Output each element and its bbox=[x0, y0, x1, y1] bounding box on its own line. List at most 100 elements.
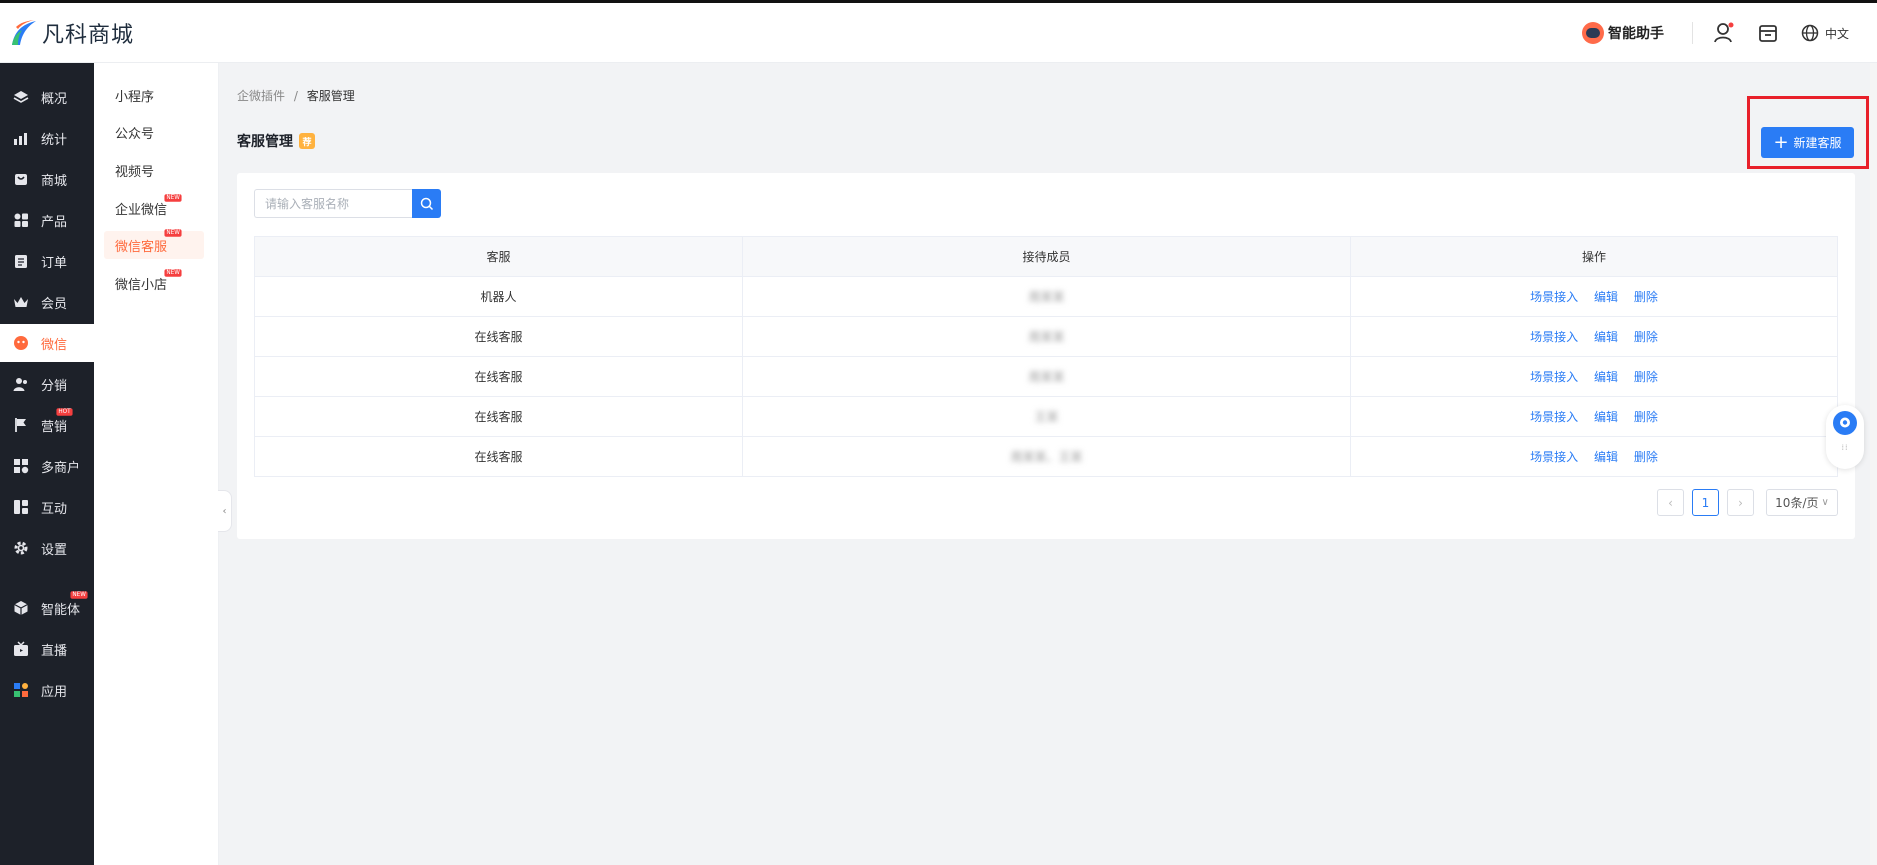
sidebar-item-statistics[interactable]: 统计 bbox=[0, 119, 94, 157]
breadcrumb: 企微插件 / 客服管理 bbox=[237, 87, 355, 104]
subnav-label: 微信客服 bbox=[115, 239, 168, 255]
sidebar-item-multi-merchant[interactable]: 多商户 bbox=[0, 447, 94, 485]
ai-assistant-button[interactable]: 智能助手 bbox=[1581, 22, 1664, 44]
subnav-label: 微信小店 bbox=[115, 277, 168, 293]
floating-support-widget[interactable]: ⁞⁞ bbox=[1826, 405, 1864, 469]
sidebar-item-products[interactable]: 产品 bbox=[0, 201, 94, 239]
sidebar-item-label: 设置 bbox=[41, 542, 68, 558]
search-input[interactable] bbox=[254, 189, 412, 218]
members-value: 周某某、王某 bbox=[1010, 450, 1083, 464]
members-value: 王某 bbox=[1034, 410, 1059, 424]
sidebar-item-label: 直播 bbox=[41, 643, 68, 659]
members-value: 周某某 bbox=[1028, 370, 1065, 384]
cell-service-name: 在线客服 bbox=[254, 316, 743, 357]
primary-sidebar: 概况 统计 商城 产品 订单 会员 微信 分销 营销 HOT 多商户 互动 设置… bbox=[0, 63, 94, 865]
app-logo[interactable]: 凡科商城 bbox=[8, 17, 134, 49]
sidebar-item-label: 会员 bbox=[41, 296, 68, 312]
sidebar-item-label: 分销 bbox=[41, 378, 68, 394]
sidebar-item-overview[interactable]: 概况 bbox=[0, 78, 94, 116]
sidebar-item-members[interactable]: 会员 bbox=[0, 283, 94, 321]
page-scrollbar[interactable] bbox=[1870, 63, 1877, 865]
customer-service-table: 客服 接待成员 操作 机器人 周某某 场景接入 编辑 删除 在线客服 周某某 场… bbox=[254, 236, 1838, 477]
language-switcher[interactable]: 中文 bbox=[1801, 24, 1849, 42]
cell-service-name: 在线客服 bbox=[254, 396, 743, 437]
edit-link[interactable]: 编辑 bbox=[1594, 450, 1618, 464]
cell-actions: 场景接入 编辑 删除 bbox=[1350, 436, 1838, 477]
sidebar-item-label: 互动 bbox=[41, 501, 68, 517]
scene-access-link[interactable]: 场景接入 bbox=[1530, 370, 1578, 384]
delete-link[interactable]: 删除 bbox=[1634, 370, 1658, 384]
next-page-button[interactable]: › bbox=[1727, 489, 1754, 516]
subnav-channels[interactable]: 视频号 bbox=[104, 156, 204, 184]
subnav-wecom[interactable]: 企业微信 NEW bbox=[104, 194, 204, 222]
search-bar bbox=[254, 189, 441, 218]
sidebar-item-apps[interactable]: 应用 bbox=[0, 671, 94, 709]
breadcrumb-parent[interactable]: 企微插件 bbox=[237, 89, 285, 103]
main-content: 企微插件 / 客服管理 客服管理 荐 + 新建客服 客服 bbox=[219, 63, 1877, 865]
sidebar-item-wechat[interactable]: 微信 bbox=[0, 324, 94, 362]
column-header-actions: 操作 bbox=[1350, 236, 1838, 277]
sidebar-item-mall[interactable]: 商城 bbox=[0, 160, 94, 198]
sidebar-item-marketing[interactable]: 营销 HOT bbox=[0, 406, 94, 444]
subnav-wechat-store[interactable]: 微信小店 NEW bbox=[104, 269, 204, 297]
hot-badge: HOT bbox=[56, 408, 73, 416]
flag-icon bbox=[13, 417, 29, 433]
subnav-mini-program[interactable]: 小程序 bbox=[104, 81, 204, 109]
edit-link[interactable]: 编辑 bbox=[1594, 330, 1618, 344]
delete-link[interactable]: 删除 bbox=[1634, 450, 1658, 464]
layers-icon bbox=[13, 89, 29, 105]
subnav-label: 企业微信 bbox=[115, 202, 168, 218]
scene-access-link[interactable]: 场景接入 bbox=[1530, 450, 1578, 464]
cell-service-name: 在线客服 bbox=[254, 436, 743, 477]
new-badge: NEW bbox=[70, 591, 88, 599]
delete-link[interactable]: 删除 bbox=[1634, 410, 1658, 424]
column-header-service: 客服 bbox=[254, 236, 743, 277]
page-size-label: 10条/页 bbox=[1775, 496, 1819, 510]
delete-link[interactable]: 删除 bbox=[1634, 290, 1658, 304]
sidebar-item-label: 营销 bbox=[41, 419, 68, 435]
sidebar-item-label: 产品 bbox=[41, 214, 68, 230]
logo-mark-icon bbox=[8, 18, 38, 48]
store-icon[interactable] bbox=[1757, 22, 1779, 44]
edit-link[interactable]: 编辑 bbox=[1594, 410, 1618, 424]
sidebar-item-ai-agent[interactable]: 智能体 NEW bbox=[0, 589, 94, 627]
delete-link[interactable]: 删除 bbox=[1634, 330, 1658, 344]
drag-handle-icon[interactable]: ⁞⁞ bbox=[1841, 443, 1848, 452]
page-size-select[interactable]: 10条/页 ∨ bbox=[1766, 489, 1838, 516]
table-row: 在线客服 王某 场景接入 编辑 删除 bbox=[254, 396, 1838, 437]
plus-icon: + bbox=[1773, 131, 1789, 153]
crown-icon bbox=[13, 294, 29, 310]
scene-access-link[interactable]: 场景接入 bbox=[1530, 290, 1578, 304]
subnav-wechat-customer-service[interactable]: 微信客服 NEW bbox=[104, 229, 204, 259]
edit-link[interactable]: 编辑 bbox=[1594, 370, 1618, 384]
search-button[interactable] bbox=[412, 189, 441, 218]
clipboard-icon bbox=[13, 253, 29, 269]
prev-page-button[interactable]: ‹ bbox=[1657, 489, 1684, 516]
new-customer-service-button[interactable]: + 新建客服 bbox=[1761, 127, 1854, 158]
breadcrumb-separator: / bbox=[293, 89, 298, 103]
sidebar-item-distribution[interactable]: 分销 bbox=[0, 365, 94, 403]
sidebar-item-live[interactable]: 直播 bbox=[0, 630, 94, 668]
sidebar-item-settings[interactable]: 设置 bbox=[0, 529, 94, 567]
new-badge: NEW bbox=[164, 194, 182, 202]
language-label: 中文 bbox=[1824, 26, 1849, 41]
user-icon[interactable] bbox=[1713, 22, 1735, 44]
new-badge: NEW bbox=[164, 269, 182, 277]
scene-access-link[interactable]: 场景接入 bbox=[1530, 410, 1578, 424]
scene-access-link[interactable]: 场景接入 bbox=[1530, 330, 1578, 344]
sidebar-item-orders[interactable]: 订单 bbox=[0, 242, 94, 280]
grid-icon bbox=[13, 212, 29, 228]
cell-actions: 场景接入 编辑 删除 bbox=[1350, 316, 1838, 357]
chevron-down-icon: ∨ bbox=[1821, 497, 1829, 508]
pagination: ‹ 1 › 10条/页 ∨ bbox=[1649, 489, 1838, 516]
shop-icon bbox=[13, 171, 29, 187]
sidebar-item-interaction[interactable]: 互动 bbox=[0, 488, 94, 526]
edit-link[interactable]: 编辑 bbox=[1594, 290, 1618, 304]
sidebar-item-label: 统计 bbox=[41, 132, 68, 148]
ai-assistant-label: 智能助手 bbox=[1607, 26, 1664, 42]
subnav-official-account[interactable]: 公众号 bbox=[104, 118, 204, 146]
cube-icon bbox=[13, 600, 29, 616]
sidebar-item-label: 微信 bbox=[41, 337, 68, 353]
page-number-button[interactable]: 1 bbox=[1692, 489, 1719, 516]
cell-actions: 场景接入 编辑 删除 bbox=[1350, 276, 1838, 317]
